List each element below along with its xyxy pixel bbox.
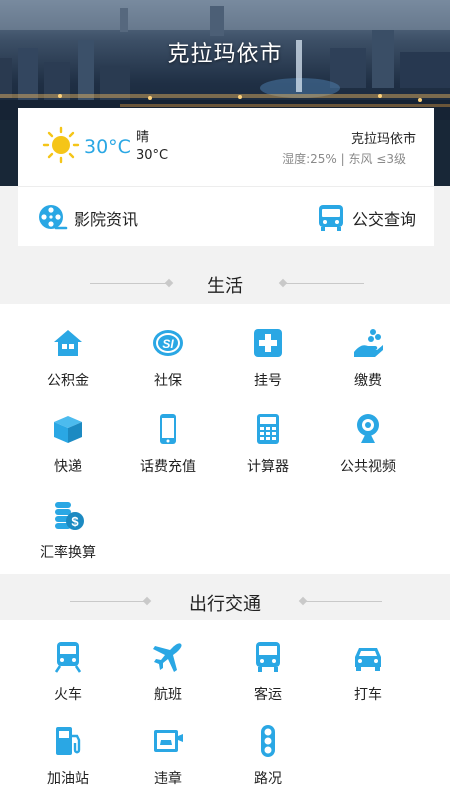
transport-section-title: 出行交通 (189, 594, 261, 615)
item-label: 客运 (254, 687, 282, 703)
social-security-item[interactable]: SI 社保 (118, 320, 218, 400)
card-divider (18, 186, 434, 187)
item-label: 公积金 (47, 373, 89, 389)
traffic-light-icon (261, 725, 275, 757)
item-label: 航班 (154, 687, 182, 703)
item-label: 社保 (154, 373, 182, 389)
taxi-item[interactable]: 打车 (318, 634, 418, 714)
cinema-info-button[interactable]: 影院资讯 (38, 196, 138, 240)
road-condition-item[interactable]: 路况 (218, 718, 318, 798)
item-label: 挂号 (254, 373, 282, 389)
item-label: 火车 (54, 687, 82, 703)
house-icon (54, 330, 82, 356)
weather-condition: 晴 (136, 130, 150, 145)
webcam-icon (357, 414, 379, 443)
weather-city: 克拉玛依市 (350, 132, 416, 147)
gas-station-item[interactable]: 加油站 (18, 718, 118, 798)
item-label: 公共视频 (340, 459, 396, 475)
item-label: 路况 (254, 771, 282, 787)
taxi-icon (355, 648, 381, 671)
social-security-icon: SI (153, 330, 183, 356)
bus-icon (256, 642, 280, 672)
current-temperature: 30°C (84, 136, 131, 158)
film-reel-icon (39, 205, 68, 230)
registration-item[interactable]: 挂号 (218, 320, 318, 400)
life-section-title: 生活 (207, 276, 243, 297)
svg-text:SI: SI (162, 337, 174, 351)
bus-query-label: 公交查询 (351, 210, 416, 229)
exchange-rate-item[interactable]: $ 汇率换算 (18, 492, 118, 572)
weather-card: 30°C 晴 30°C 克拉玛依市 湿度:25% | 东风 ≤3级 影院资讯 公… (18, 108, 434, 246)
bus-query-button[interactable]: 公交查询 (316, 196, 416, 240)
package-icon (54, 416, 82, 443)
item-label: 快递 (54, 459, 82, 475)
medical-cross-icon (254, 329, 282, 357)
bus-icon (318, 205, 343, 231)
humidity-wind: 湿度:25% | 东风 ≤3级 (282, 152, 406, 166)
gas-station-icon (56, 727, 81, 755)
train-item[interactable]: 火车 (18, 634, 118, 714)
coins-icon: $ (55, 502, 84, 530)
payment-hand-icon (354, 329, 383, 357)
weather-row[interactable]: 30°C 晴 30°C 克拉玛依市 湿度:25% | 东风 ≤3级 (18, 108, 434, 186)
item-label: 违章 (154, 771, 182, 787)
bill-payment-item[interactable]: 缴费 (318, 320, 418, 400)
transport-grid: 火车 航班 客运 打车 加油站 违章 路况 (0, 620, 450, 800)
train-icon (54, 642, 82, 673)
traffic-camera-icon (154, 730, 183, 752)
violation-item[interactable]: 违章 (118, 718, 218, 798)
item-label: 加油站 (47, 771, 89, 787)
public-video-item[interactable]: 公共视频 (318, 406, 418, 486)
express-item[interactable]: 快递 (18, 406, 118, 486)
cinema-info-label: 影院资讯 (74, 210, 139, 229)
calculator-icon (257, 414, 279, 444)
item-label: 计算器 (247, 459, 289, 475)
item-label: 汇率换算 (40, 545, 96, 561)
phone-icon (160, 414, 176, 444)
item-label: 缴费 (354, 373, 382, 389)
svg-text:$: $ (71, 514, 79, 529)
sun-icon (42, 126, 80, 164)
housing-fund-item[interactable]: 公积金 (18, 320, 118, 400)
calculator-item[interactable]: 计算器 (218, 406, 318, 486)
coach-item[interactable]: 客运 (218, 634, 318, 714)
flight-item[interactable]: 航班 (118, 634, 218, 714)
city-title: 克拉玛依市 (167, 42, 283, 67)
phone-recharge-item[interactable]: 话费充值 (118, 406, 218, 486)
item-label: 话费充值 (140, 459, 196, 475)
plane-icon (153, 643, 182, 672)
item-label: 打车 (354, 687, 382, 703)
life-grid: 公积金 SI 社保 挂号 缴费 快递 话费充值 计算器 公共视频 $ 汇率换算 (0, 304, 450, 574)
temperature-range: 30°C (136, 148, 169, 163)
